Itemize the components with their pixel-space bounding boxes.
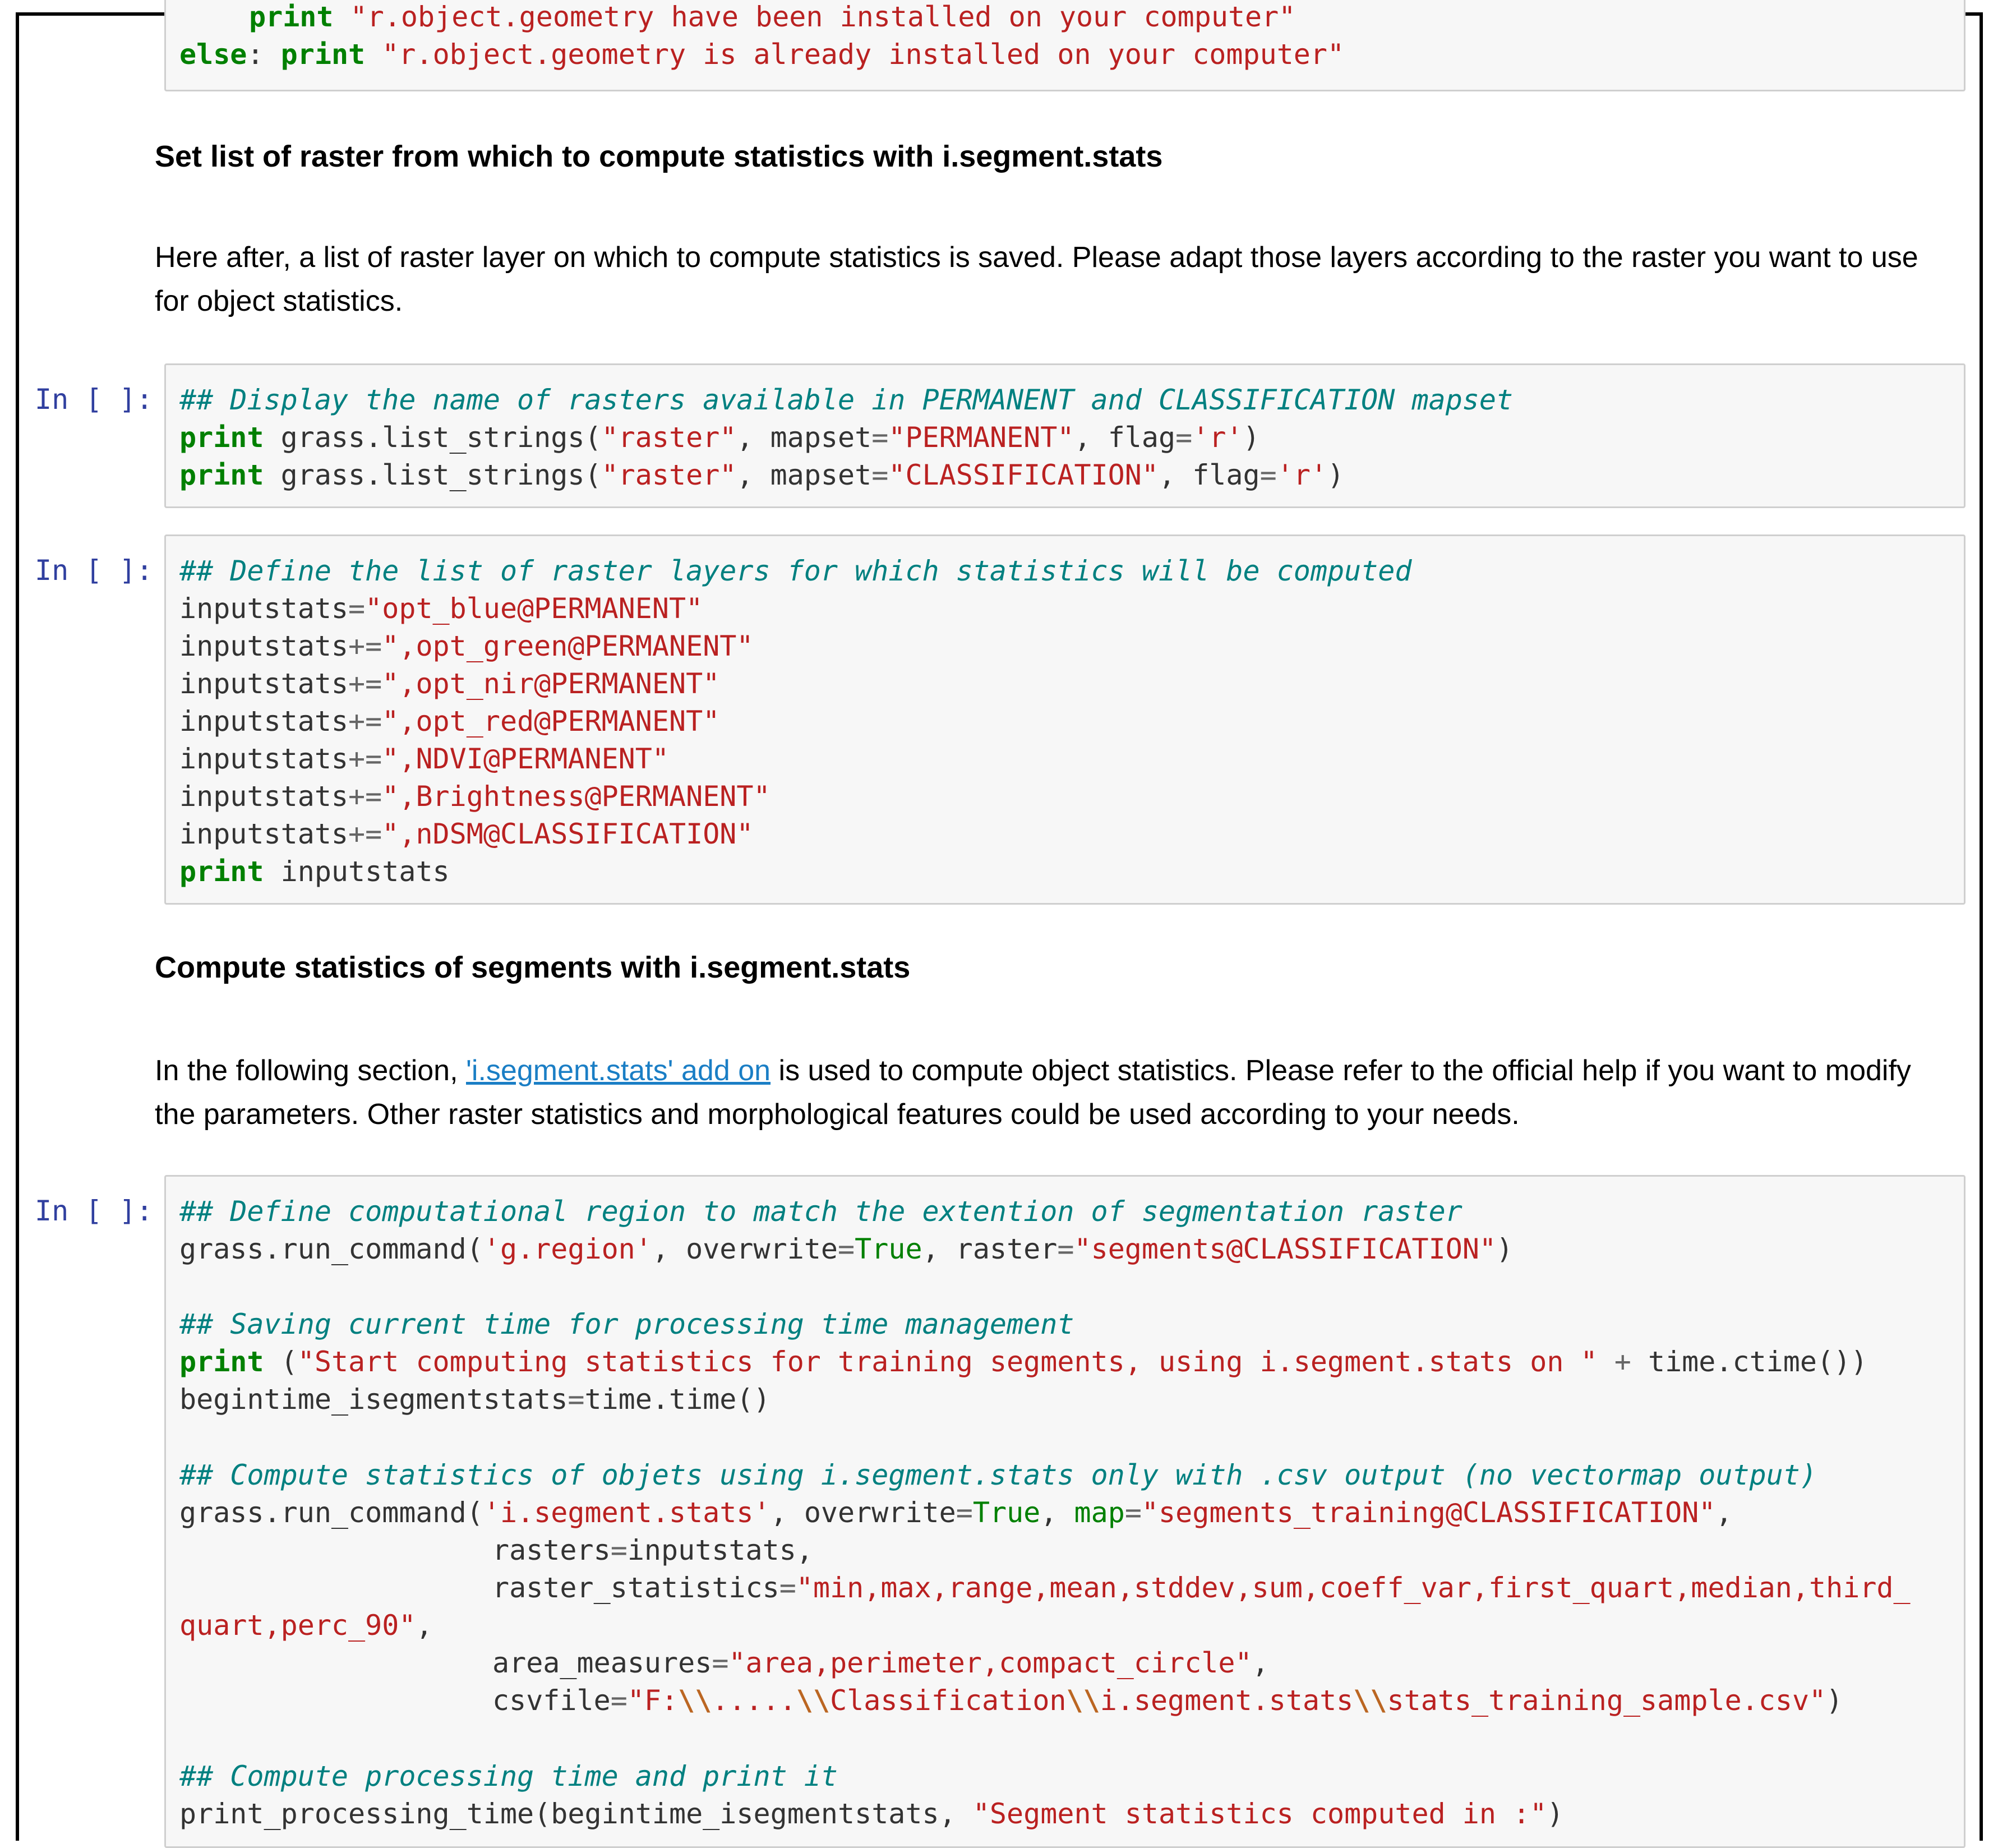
code-line: inputstats+=",NDVI@PERMANENT" [179, 743, 669, 775]
section-heading-compute-stats: Compute statistics of segments with i.se… [155, 951, 911, 984]
code-cell-0[interactable]: print "r.object.geometry have been insta… [164, 0, 1966, 91]
code-line: csvfile="F:\\.....\\Classification\\i.se… [492, 1684, 1843, 1717]
code-line: print inputstats [179, 855, 450, 888]
code-line: grass.run_command('g.region', overwrite=… [179, 1233, 1514, 1265]
code-line: begintime_isegmentstats=time.time() [179, 1383, 770, 1416]
code-line: inputstats+=",opt_nir@PERMANENT" [179, 667, 720, 700]
code-line: rasters=inputstats, [492, 1534, 813, 1566]
markdown-paragraph-raster-list: Here after, a list of raster layer on wh… [155, 241, 1918, 317]
input-prompt: In [ ]: [35, 383, 153, 416]
code-cell-2[interactable]: ## Define the list of raster layers for … [164, 534, 1966, 905]
input-prompt: In [ ]: [35, 1195, 153, 1227]
code-line: print "r.object.geometry have been insta… [249, 1, 1296, 33]
code-line: print grass.list_strings("raster", mapse… [179, 421, 1260, 454]
code-comment: ## Display the name of rasters available… [179, 384, 1514, 416]
section-heading-raster-list: Set list of raster from which to compute… [155, 140, 1163, 173]
code-line: inputstats="opt_blue@PERMANENT" [179, 592, 703, 625]
code-line: quart,perc_90", [179, 1609, 433, 1642]
code-line: grass.run_command('i.segment.stats', ove… [179, 1496, 1733, 1529]
code-line: print grass.list_strings("raster", mapse… [179, 459, 1345, 491]
code-line: else: print "r.object.geometry is alread… [179, 38, 1345, 71]
code-line: inputstats+=",opt_red@PERMANENT" [179, 705, 720, 738]
code-comment: ## Compute statistics of objets using i.… [179, 1459, 1817, 1491]
code-comment: ## Define computational region to match … [179, 1195, 1462, 1228]
code-line: print_processing_time(begintime_isegment… [179, 1798, 1564, 1830]
code-line: inputstats+=",opt_green@PERMANENT" [179, 630, 754, 662]
i-segment-stats-link[interactable]: 'i.segment.stats' add on [466, 1054, 770, 1087]
code-line: inputstats+=",nDSM@CLASSIFICATION" [179, 818, 754, 850]
paragraph-text: In the following section, [155, 1054, 466, 1087]
code-line: area_measures="area,perimeter,compact_ci… [492, 1647, 1269, 1679]
code-line: inputstats+=",Brightness@PERMANENT" [179, 780, 770, 813]
code-line: print ("Start computing statistics for t… [179, 1345, 1868, 1378]
code-comment: ## Saving current time for processing ti… [179, 1308, 1074, 1340]
input-prompt: In [ ]: [35, 554, 153, 587]
code-comment: ## Compute processing time and print it [179, 1760, 838, 1792]
code-cell-3[interactable]: ## Define computational region to match … [164, 1175, 1966, 1848]
code-cell-1[interactable]: ## Display the name of rasters available… [164, 363, 1966, 508]
code-line: raster_statistics="min,max,range,mean,st… [492, 1572, 1911, 1604]
markdown-paragraph-compute-stats: In the following section, 'i.segment.sta… [155, 1049, 1949, 1136]
code-comment: ## Define the list of raster layers for … [179, 555, 1412, 587]
